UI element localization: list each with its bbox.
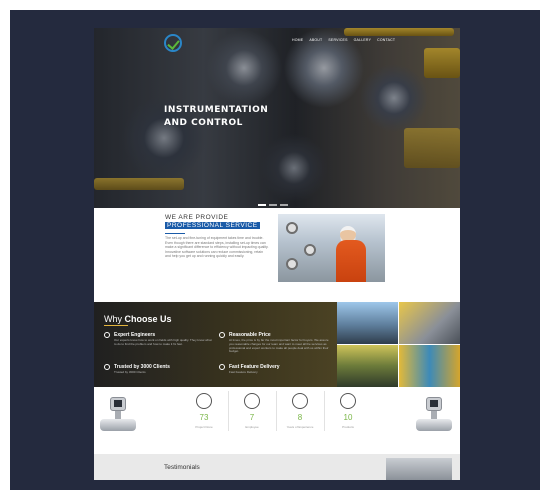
hierarchy-icon: [292, 393, 308, 409]
testimonials-title: Testimonials: [164, 464, 200, 471]
people-icon: [196, 393, 212, 409]
stat-label: Years of Experience: [286, 425, 314, 429]
flow-meter-image: [98, 397, 138, 439]
gallery-image[interactable]: [399, 302, 460, 344]
stat-value: 10: [343, 413, 353, 422]
stat-projects: 73 Project Done: [180, 387, 228, 439]
stat-experience: 8 Years of Experience: [276, 387, 324, 439]
stat-employees: 7 Employee: [228, 387, 276, 439]
about-section: WE ARE PROVIDE PROFESSIONAL SERVICE The …: [94, 208, 460, 302]
why-title: Why Choose Us: [104, 314, 172, 324]
flow-meter-image: [414, 397, 454, 439]
testimonials-section: Testimonials: [94, 454, 460, 480]
why-title-bold: Choose Us: [124, 314, 172, 324]
about-text: The set-up and fine-tuning of equipment …: [165, 236, 269, 259]
gallery-image[interactable]: [337, 345, 398, 387]
slider-dot[interactable]: [269, 204, 277, 206]
site-logo-icon[interactable]: [164, 34, 182, 52]
about-pretitle: WE ARE PROVIDE: [165, 214, 229, 221]
website-preview: HOME ABOUT SERVICES GALLERY CONTACT INST…: [94, 28, 460, 480]
stat-label: Project Done: [195, 425, 213, 429]
main-nav: HOME ABOUT SERVICES GALLERY CONTACT: [292, 38, 395, 42]
feature-desc: Trusted by 3000 Clients: [114, 370, 146, 374]
gear-icon: [340, 393, 356, 409]
hero-title: INSTRUMENTATION AND CONTROL: [164, 105, 269, 128]
engineer-icon: [104, 332, 110, 338]
clients-icon: [104, 364, 110, 370]
testimonial-image: [386, 458, 452, 480]
slider-dots[interactable]: [258, 204, 288, 206]
why-choose-us: Why Choose Us Expert Engineers Our exper…: [94, 302, 337, 387]
nav-item-home[interactable]: HOME: [292, 38, 303, 42]
nav-item-contact[interactable]: CONTACT: [377, 38, 395, 42]
feature-desc: At times, the price is by far the most i…: [229, 338, 329, 354]
stat-value: 73: [199, 413, 209, 422]
nav-item-gallery[interactable]: GALLERY: [354, 38, 371, 42]
stat-label: Products: [342, 425, 354, 429]
slider-dot[interactable]: [258, 204, 266, 206]
hero-banner: HOME ABOUT SERVICES GALLERY CONTACT INST…: [94, 28, 460, 208]
gallery-image[interactable]: [399, 345, 460, 387]
feature-desc: Fast Feature Delivery: [229, 370, 258, 374]
stat-label: Employee: [245, 425, 259, 429]
stat-products: 10 Products: [324, 387, 372, 439]
nav-item-about[interactable]: ABOUT: [309, 38, 322, 42]
slider-dot[interactable]: [280, 204, 288, 206]
delivery-icon: [219, 364, 225, 370]
title-underline: [165, 233, 185, 234]
engineer-icon: [244, 393, 260, 409]
nav-item-services[interactable]: SERVICES: [328, 38, 347, 42]
industrial-gallery: [337, 302, 460, 387]
stat-value: 7: [249, 413, 255, 422]
why-underline: [104, 325, 128, 326]
stat-value: 8: [297, 413, 303, 422]
about-title: PROFESSIONAL SERVICE: [165, 222, 260, 229]
price-icon: [219, 332, 225, 338]
stats-section: 73 Project Done 7 Employee 8 Years of Ex…: [94, 387, 460, 439]
feature-desc: Our experts know how to work on fields w…: [114, 338, 212, 346]
gallery-image[interactable]: [337, 302, 398, 344]
engineer-photo: [278, 214, 385, 282]
why-title-light: Why: [104, 314, 122, 324]
